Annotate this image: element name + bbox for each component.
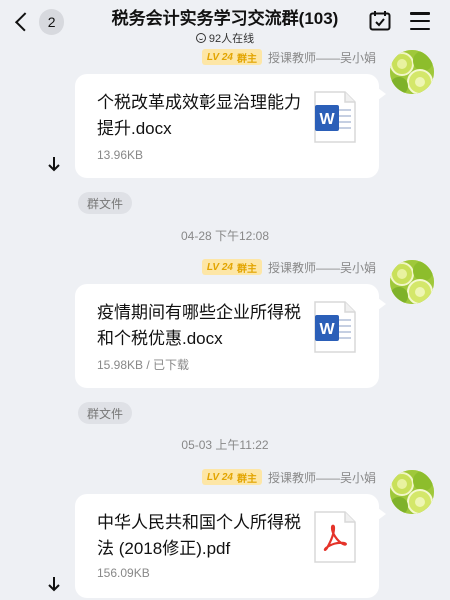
file-size: 15.98KB / 已下载 xyxy=(97,358,190,372)
file-message-bubble[interactable]: 个税改革成效彰显治理能力提升.docx 13.96KB W xyxy=(75,74,386,178)
file-size: 13.96KB xyxy=(97,148,144,162)
group-file-tag[interactable]: 群文件 xyxy=(78,192,133,214)
sender-name[interactable]: 授课教师——吴小娟 xyxy=(268,49,376,66)
level-badge: LV 24 群主 xyxy=(201,469,262,485)
download-arrow-icon xyxy=(48,577,60,592)
avatar[interactable] xyxy=(390,260,434,304)
word-file-icon: W xyxy=(314,301,356,353)
pdf-file-icon xyxy=(314,511,356,563)
title-block[interactable]: 税务会计实务学习交流群(103) 92人在线 xyxy=(80,4,370,46)
group-title: 税务会计实务学习交流群(103) xyxy=(111,9,339,28)
avatar[interactable] xyxy=(390,50,434,94)
sender-name[interactable]: 授课教师——吴小娟 xyxy=(268,469,376,486)
message-timestamp: 05-03 上午11:22 xyxy=(181,438,269,452)
level-badge: LV 24 群主 xyxy=(201,259,262,275)
unread-count-badge: 2 xyxy=(39,9,64,35)
level-badge: LV 24 群主 xyxy=(201,49,262,65)
smile-icon xyxy=(195,33,206,43)
download-arrow-icon xyxy=(48,157,60,172)
lime-avatar-icon xyxy=(390,260,434,304)
online-count: 92人在线 xyxy=(208,33,255,45)
sender-row: LV 24 群主 授课教师——吴小娟 xyxy=(201,468,376,486)
back-button[interactable]: 2 xyxy=(12,8,64,36)
chevron-left-icon xyxy=(15,12,35,32)
chat-header: 2 税务会计实务学习交流群(103) 92人在线 xyxy=(0,0,450,46)
file-name: 个税改革成效彰显治理能力提升.docx xyxy=(97,93,301,138)
file-message-bubble[interactable]: 中华人民共和国个人所得税法 (2018修正).pdf 156.09KB xyxy=(75,494,386,598)
sender-name[interactable]: 授课教师——吴小娟 xyxy=(268,259,376,276)
avatar[interactable] xyxy=(390,470,434,514)
message-timestamp: 04-28 下午12:08 xyxy=(180,229,270,243)
word-file-icon: W xyxy=(314,91,356,143)
svg-text:W: W xyxy=(319,111,335,128)
sender-row: LV 24 群主 授课教师——吴小娟 xyxy=(201,48,376,66)
calendar-check-icon[interactable] xyxy=(369,10,391,32)
menu-icon[interactable] xyxy=(410,12,430,30)
svg-text:W: W xyxy=(319,321,335,338)
file-message-bubble[interactable]: 疫情期间有哪些企业所得税和个税优惠.docx 15.98KB / 已下载 W xyxy=(75,284,386,388)
download-button[interactable] xyxy=(42,152,66,176)
file-name: 疫情期间有哪些企业所得税和个税优惠.docx xyxy=(97,303,301,348)
group-file-tag[interactable]: 群文件 xyxy=(78,402,133,424)
lime-avatar-icon xyxy=(390,470,434,514)
file-name: 中华人民共和国个人所得税法 (2018修正).pdf xyxy=(97,513,301,558)
sender-row: LV 24 群主 授课教师——吴小娟 xyxy=(201,258,376,276)
file-size: 156.09KB xyxy=(97,566,150,580)
download-button[interactable] xyxy=(42,572,66,596)
lime-avatar-icon xyxy=(390,50,434,94)
online-status: 92人在线 xyxy=(80,30,370,46)
